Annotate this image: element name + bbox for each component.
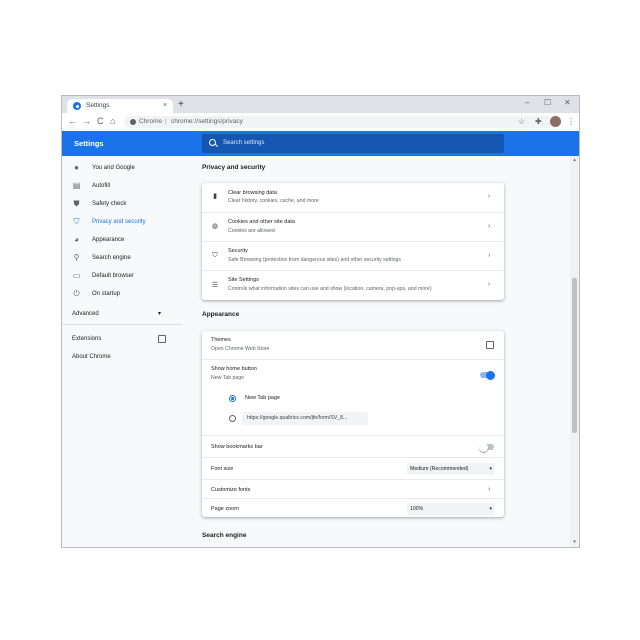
custom-url-radio[interactable]: [229, 415, 236, 422]
bookmarks-bar-toggle[interactable]: [479, 442, 494, 452]
browser-window: Settings × + – ☐ ✕ ← → C ⌂ Chrome | chro…: [61, 95, 580, 548]
row-title: Customize fonts: [211, 487, 251, 493]
scroll-up-icon[interactable]: ▴: [570, 156, 579, 164]
chevron-right-icon: ›: [488, 281, 491, 288]
forward-icon[interactable]: →: [82, 116, 91, 127]
privacy-section-title: Privacy and security: [202, 164, 266, 171]
tab-title: Settings: [86, 102, 110, 109]
new-tab-page-radio-label: New Tab page: [245, 395, 281, 401]
row-subtitle: Cookies are allowed: [228, 228, 275, 234]
new-tab-button[interactable]: +: [178, 99, 184, 111]
appearance-card: Themes Open Chrome Web Store Show home b…: [202, 331, 504, 517]
row-title: Security: [228, 248, 248, 254]
row-title: Cookies and other site data: [228, 219, 295, 225]
chrome-page-icon: [130, 119, 136, 125]
page-zoom-row: Page zoom 100% ▾: [202, 498, 504, 518]
row-title: Clear browsing data: [228, 190, 277, 196]
clear-browsing-data-row[interactable]: ▮ Clear browsing data Clear history, coo…: [202, 183, 504, 212]
browser-toolbar: ← → C ⌂ Chrome | chrome://settings/priva…: [62, 113, 579, 132]
row-title: Show home button: [211, 366, 257, 372]
tab-strip: Settings × + – ☐ ✕: [62, 96, 579, 113]
custom-home-url-input[interactable]: https://google.qualtrics.com/jfe/form/SV…: [242, 412, 368, 425]
chevron-right-icon: ›: [488, 223, 491, 230]
privacy-card: ▮ Clear browsing data Clear history, coo…: [202, 183, 504, 300]
trash-icon: ▮: [213, 193, 217, 200]
page-title: Settings: [74, 139, 104, 148]
search-placeholder: Search settings: [223, 140, 265, 146]
page-zoom-select[interactable]: 100% ▾: [407, 503, 495, 515]
font-size-value: Medium (Recommended): [410, 466, 469, 472]
tab-settings[interactable]: Settings ×: [67, 99, 173, 113]
row-subtitle: New Tab page: [211, 375, 245, 381]
chevron-right-icon: ›: [488, 193, 491, 200]
site-settings-row[interactable]: ☰ Site Settings Controls what informatio…: [202, 270, 504, 301]
settings-header: Settings Search settings: [62, 131, 579, 156]
sliders-icon: ☰: [211, 282, 219, 289]
row-title: Themes: [211, 337, 231, 343]
search-icon: [209, 139, 216, 146]
scrollbar-thumb[interactable]: [572, 278, 577, 433]
appearance-section-title: Appearance: [202, 311, 240, 318]
row-subtitle: Safe Browsing (protection from dangerous…: [228, 257, 402, 263]
extensions-icon[interactable]: ✚: [535, 116, 542, 127]
open-in-new-icon[interactable]: [486, 341, 494, 349]
maximize-button[interactable]: ☐: [544, 98, 551, 108]
cookie-icon: ◍: [211, 223, 219, 230]
search-settings-input[interactable]: Search settings: [202, 134, 504, 153]
main-content: Privacy and security ▮ Clear browsing da…: [62, 156, 579, 547]
omnibox-url[interactable]: chrome://settings/privacy: [171, 116, 243, 128]
cookies-row[interactable]: ◍ Cookies and other site data Cookies ar…: [202, 212, 504, 242]
bookmarks-bar-row: Show bookmarks bar: [202, 435, 504, 458]
customize-fonts-row[interactable]: Customize fonts ›: [202, 479, 504, 499]
menu-icon[interactable]: ⋮: [567, 116, 575, 127]
row-title: Show bookmarks bar: [211, 444, 263, 450]
search-engine-section-title: Search engine: [202, 532, 247, 539]
custom-home-url-value: https://google.qualtrics.com/jfe/form/SV…: [247, 415, 348, 421]
security-shield-icon: ⛉: [212, 252, 218, 259]
omnibox-chrome-label: Chrome: [139, 118, 163, 125]
omnibox[interactable]: Chrome | chrome://settings/privacy: [124, 116, 554, 128]
home-button-toggle[interactable]: [480, 370, 495, 380]
home-button-row: Show home button New Tab page New Tab pa…: [202, 359, 504, 436]
font-size-row: Font size Medium (Recommended) ▾: [202, 457, 504, 480]
omnibox-separator: |: [165, 118, 167, 125]
row-title: Site Settings: [228, 277, 259, 283]
tab-close-icon[interactable]: ×: [163, 100, 167, 112]
dropdown-arrow-icon: ▾: [489, 506, 492, 512]
profile-avatar[interactable]: [550, 116, 561, 127]
page-zoom-value: 100%: [410, 506, 424, 512]
scroll-down-icon[interactable]: ▾: [570, 538, 579, 546]
row-title: Font size: [211, 466, 234, 472]
row-subtitle: Open Chrome Web Store: [211, 346, 270, 352]
settings-favicon-icon: [73, 102, 81, 110]
bookmark-star-icon[interactable]: ☆: [518, 116, 525, 127]
themes-row[interactable]: Themes Open Chrome Web Store: [202, 331, 504, 359]
home-icon[interactable]: ⌂: [110, 116, 115, 127]
row-title: Page zoom: [211, 506, 239, 512]
font-size-select[interactable]: Medium (Recommended) ▾: [407, 463, 495, 475]
close-window-button[interactable]: ✕: [564, 98, 571, 108]
back-icon[interactable]: ←: [68, 116, 77, 127]
chevron-right-icon: ›: [488, 252, 491, 259]
reload-icon[interactable]: C: [97, 116, 104, 127]
security-row[interactable]: ⛉ Security Safe Browsing (protection fro…: [202, 241, 504, 271]
dropdown-arrow-icon: ▾: [489, 466, 492, 472]
row-subtitle: Clear history, cookies, cache, and more: [228, 198, 319, 204]
chevron-right-icon: ›: [488, 486, 491, 493]
row-subtitle: Controls what information sites can use …: [228, 286, 432, 292]
minimize-button[interactable]: –: [525, 98, 529, 108]
new-tab-page-radio[interactable]: [229, 395, 236, 402]
